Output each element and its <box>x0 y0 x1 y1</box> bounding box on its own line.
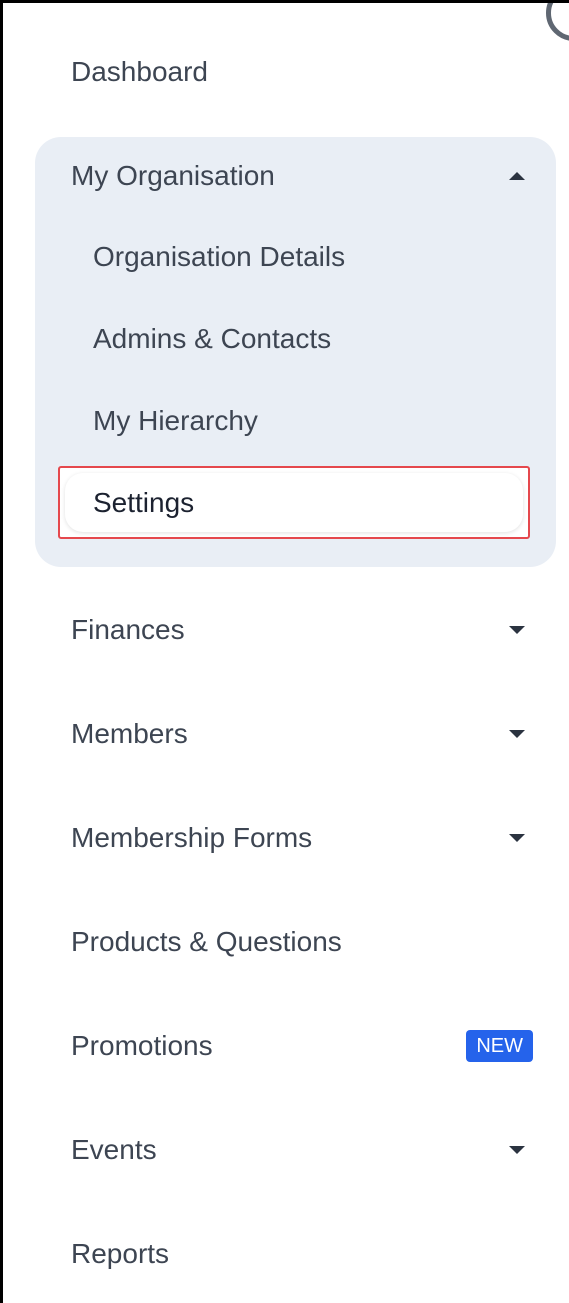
sidebar-item-label: Members <box>71 718 188 749</box>
sidebar-item-my-organisation[interactable]: My Organisation <box>71 151 533 201</box>
sidebar-item-label: Products & Questions <box>71 926 342 957</box>
sidebar-item-reports[interactable]: Reports <box>71 1229 533 1279</box>
sidebar-item-label: Membership Forms <box>71 822 313 853</box>
sidebar-item-promotions[interactable]: Promotions NEW <box>71 1021 533 1071</box>
sidebar-frame: Dashboard My Organisation Organisation D… <box>0 0 569 1303</box>
sidebar-item-events[interactable]: Events <box>71 1125 533 1175</box>
sidebar-item-label: Events <box>71 1134 157 1165</box>
chevron-down-icon[interactable] <box>509 834 525 842</box>
sidebar-item-products-questions[interactable]: Products & Questions <box>71 917 533 967</box>
sidebar-subitem-my-hierarchy[interactable]: My Hierarchy <box>93 397 258 445</box>
sidebar-subitem-label: Settings <box>93 487 195 518</box>
sidebar-subitem-label: My Hierarchy <box>93 405 258 436</box>
sidebar-item-label: Reports <box>71 1238 170 1269</box>
sidebar-subitem-label: Organisation Details <box>93 241 346 272</box>
sidebar-item-label: Promotions <box>71 1030 213 1061</box>
spinner-icon <box>546 3 569 41</box>
sidebar-subitem-organisation-details[interactable]: Organisation Details <box>93 233 345 281</box>
sidebar-item-label: Finances <box>71 614 185 645</box>
sidebar-subitem-settings[interactable]: Settings <box>93 479 194 527</box>
chevron-up-icon[interactable] <box>509 172 525 180</box>
sidebar-item-members[interactable]: Members <box>71 709 533 759</box>
sidebar-item-membership-forms[interactable]: Membership Forms <box>71 813 533 863</box>
sidebar-subitem-label: Admins & Contacts <box>93 323 332 354</box>
chevron-down-icon[interactable] <box>509 626 525 634</box>
sidebar-item-dashboard[interactable]: Dashboard <box>71 47 533 97</box>
new-badge: NEW <box>466 1030 533 1062</box>
chevron-down-icon[interactable] <box>509 1146 525 1154</box>
sidebar-item-finances[interactable]: Finances <box>71 605 533 655</box>
chevron-down-icon[interactable] <box>509 730 525 738</box>
sidebar-item-label: My Organisation <box>71 160 275 191</box>
sidebar-subitem-admins-contacts[interactable]: Admins & Contacts <box>93 315 331 363</box>
sidebar-item-label: Dashboard <box>71 56 208 87</box>
